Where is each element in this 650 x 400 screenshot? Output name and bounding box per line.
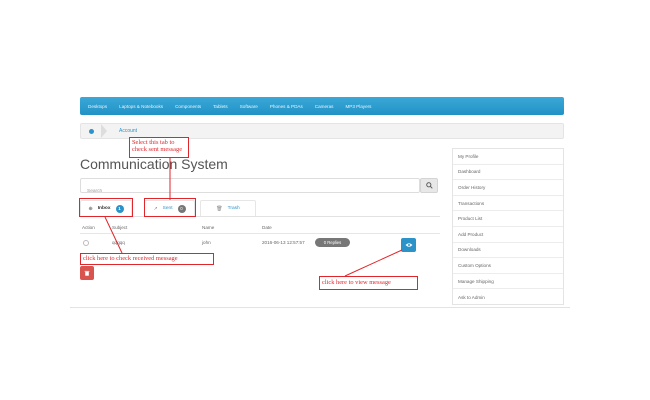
- tab-trash-label: Trash: [227, 206, 240, 211]
- nav-item-phones[interactable]: Phones & PDAs: [270, 104, 303, 109]
- column-header-name: Name: [202, 225, 215, 230]
- eye-icon: [405, 243, 412, 247]
- nav-item-desktops[interactable]: Desktops: [88, 104, 107, 109]
- replies-badge: 0 Replies: [315, 238, 350, 247]
- search-button[interactable]: [420, 178, 438, 193]
- column-header-date: Date: [262, 225, 272, 230]
- top-nav: Desktops Laptops & Notebooks Components …: [80, 97, 564, 115]
- home-icon[interactable]: [81, 124, 101, 138]
- breadcrumb-separator: [101, 124, 107, 138]
- account-side-menu: My Profile Dashboard Order History Trans…: [452, 148, 564, 305]
- delete-button[interactable]: [80, 266, 94, 280]
- nav-item-software[interactable]: Software: [240, 104, 258, 109]
- side-item-transactions[interactable]: Transactions: [453, 196, 563, 212]
- nav-item-mp3[interactable]: MP3 Players: [345, 104, 371, 109]
- nav-item-laptops[interactable]: Laptops & Notebooks: [119, 104, 163, 109]
- search-input[interactable]: [81, 185, 419, 198]
- inbox-annotation: click here to check received message: [80, 253, 214, 265]
- side-item-custom-options[interactable]: Custom Options: [453, 258, 563, 274]
- sent-tab-highlight: [144, 198, 196, 217]
- column-header-action: Action: [82, 225, 95, 230]
- side-item-dashboard[interactable]: Dashboard: [453, 165, 563, 181]
- side-item-downloads[interactable]: Downloads: [453, 243, 563, 259]
- nav-item-cameras[interactable]: Cameras: [315, 104, 334, 109]
- nav-item-components[interactable]: Components: [175, 104, 201, 109]
- side-item-manage-shipping[interactable]: Manage Shipping: [453, 274, 563, 290]
- row-subject[interactable]: qqqqq: [112, 240, 125, 245]
- side-item-my-profile[interactable]: My Profile: [453, 149, 563, 165]
- side-item-add-product[interactable]: Add Product: [453, 227, 563, 243]
- page-title: Communication System: [80, 156, 228, 172]
- side-item-order-history[interactable]: Order History: [453, 180, 563, 196]
- trash-icon: 🗑: [216, 205, 223, 212]
- side-item-ask-admin[interactable]: Ask to Admin: [453, 289, 563, 305]
- row-select-radio[interactable]: [83, 240, 89, 246]
- side-item-product-list[interactable]: Product List: [453, 211, 563, 227]
- view-message-button[interactable]: [401, 238, 416, 252]
- search-box: [80, 178, 420, 198]
- inbox-tab-highlight: [79, 198, 133, 217]
- breadcrumb-account-link[interactable]: Account: [119, 128, 137, 134]
- row-name: john: [202, 240, 211, 245]
- sent-tab-annotation: Select this tab to check sent message: [129, 137, 189, 158]
- tabs-divider: [80, 216, 440, 217]
- column-header-subject: Subject: [112, 225, 128, 230]
- row-date: 2016-06-13 12:57:57: [262, 240, 305, 245]
- search-icon: [425, 182, 433, 189]
- content-divider: [70, 307, 570, 308]
- view-message-annotation: click here to view message: [319, 276, 418, 290]
- trash-icon: [84, 270, 90, 276]
- tab-trash[interactable]: 🗑 Trash: [200, 200, 256, 216]
- table-header-divider: [80, 233, 440, 234]
- nav-item-tablets[interactable]: Tablets: [213, 104, 228, 109]
